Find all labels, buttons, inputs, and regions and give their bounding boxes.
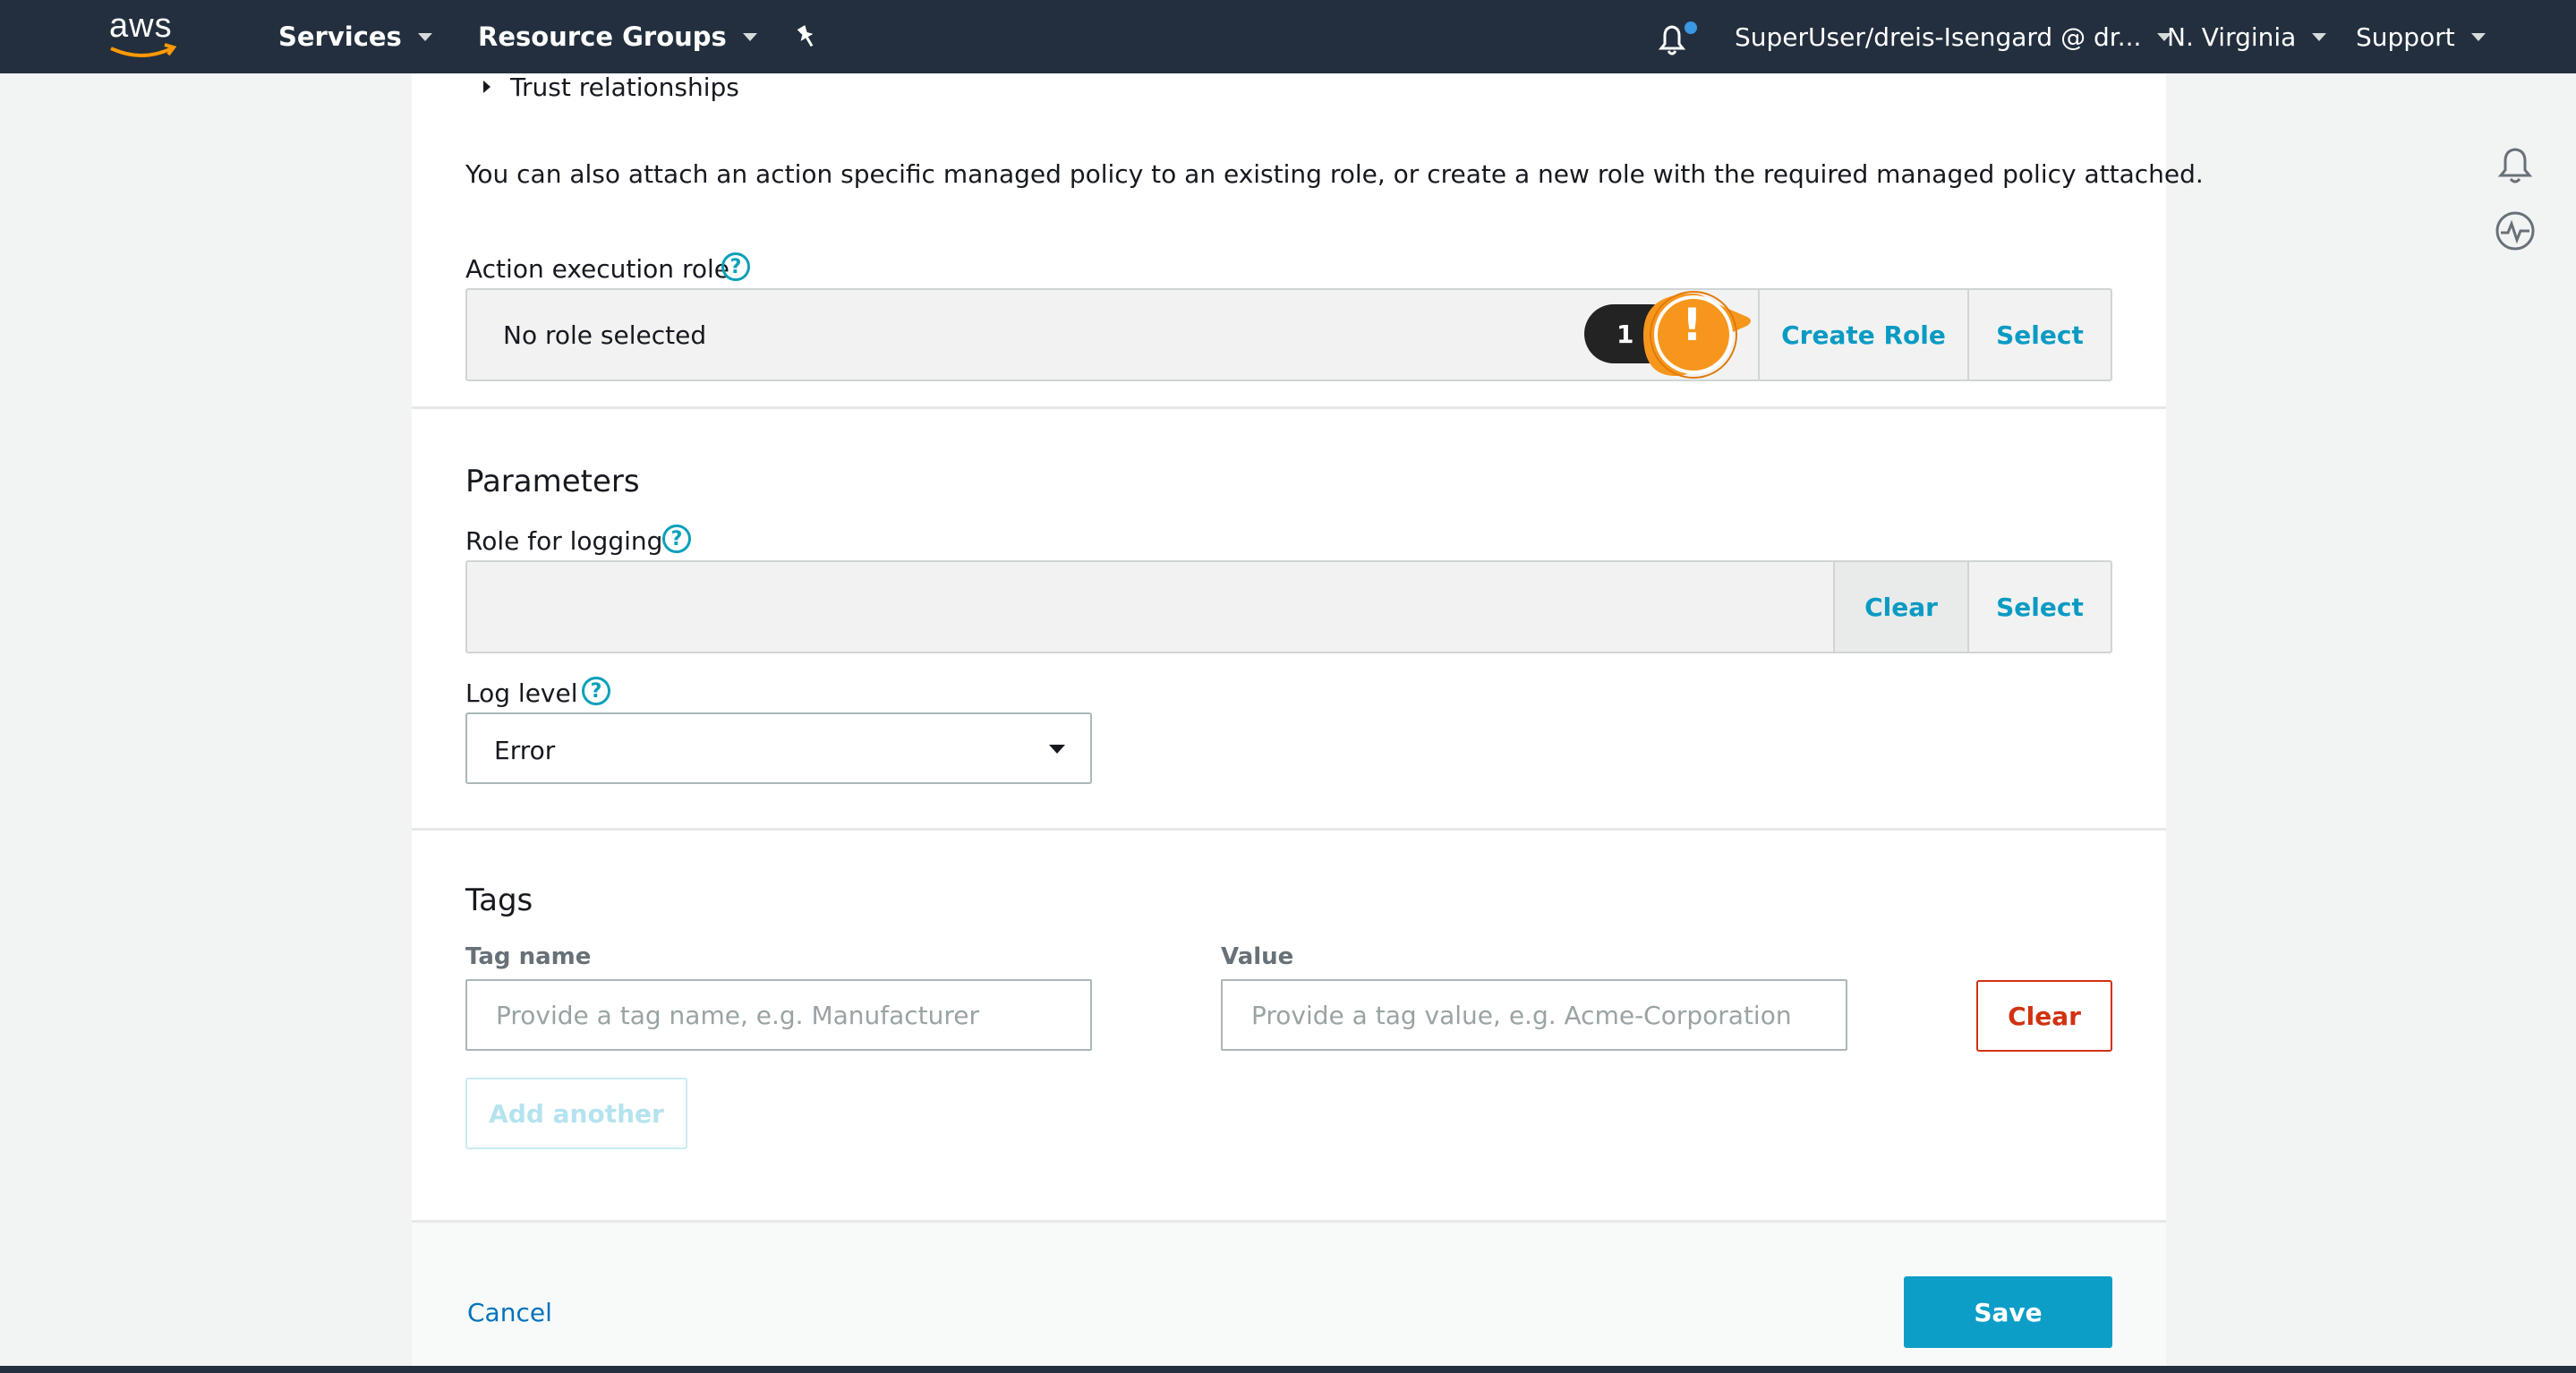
tag-clear-label: Clear	[2008, 1001, 2081, 1031]
chevron-down-icon	[2312, 32, 2327, 41]
warning-hint-icon[interactable]	[1640, 281, 1783, 388]
caret-right-icon	[483, 81, 490, 93]
trust-relationships-label: Trust relationships	[510, 72, 739, 102]
section-divider	[412, 406, 2166, 409]
help-icon[interactable]: ?	[662, 524, 691, 553]
support-label: Support	[2356, 21, 2455, 52]
log-level-select[interactable]: Error	[465, 712, 1092, 784]
save-label: Save	[1974, 1297, 2043, 1327]
action-role-field: No role selected Create Role Select	[465, 288, 2112, 381]
tag-value-label: Value	[1221, 943, 1294, 970]
chevron-down-icon	[742, 32, 757, 41]
logging-clear-button[interactable]: Clear	[1833, 562, 1967, 652]
action-role-select-button[interactable]: Select	[1967, 290, 2111, 379]
tag-clear-button[interactable]: Clear	[1976, 980, 2112, 1052]
resource-groups-menu[interactable]: Resource Groups	[478, 0, 757, 73]
log-level-value: Error	[494, 736, 556, 765]
logging-select-button[interactable]: Select	[1967, 562, 2111, 652]
logging-role-field[interactable]: Clear Select	[465, 560, 2112, 653]
account-label: SuperUser/dreis-Isengard @ dr...	[1735, 21, 2142, 52]
form-footer	[412, 1223, 2166, 1368]
action-role-label: Action execution role	[465, 254, 729, 284]
logging-role-label: Role for logging	[465, 526, 663, 556]
tags-title: Tags	[465, 883, 533, 918]
pin-button[interactable]	[793, 0, 820, 73]
section-divider	[412, 828, 2166, 831]
notifications-button[interactable]	[1652, 20, 1699, 59]
health-monitor-icon[interactable]	[2492, 208, 2538, 254]
tag-value-input[interactable]	[1221, 979, 1847, 1051]
account-menu[interactable]: SuperUser/dreis-Isengard @ dr...	[1735, 0, 2172, 73]
select-label: Select	[1996, 592, 2084, 622]
help-icon[interactable]: ?	[721, 252, 750, 281]
notification-badge	[1685, 21, 1697, 34]
add-another-button[interactable]: Add another	[465, 1078, 687, 1149]
top-navigation: aws Services Resource Groups SuperUser/d…	[0, 0, 2576, 73]
chevron-down-icon	[2470, 32, 2486, 41]
caret-down-icon	[1049, 745, 1065, 754]
chevron-down-icon	[417, 32, 432, 41]
add-another-label: Add another	[489, 1098, 664, 1129]
region-label: N. Virginia	[2167, 21, 2297, 52]
help-icon[interactable]: ?	[582, 677, 610, 705]
hint-exclamation: !	[1682, 299, 1702, 351]
bottom-bar	[0, 1366, 2576, 1373]
create-role-label: Create Role	[1781, 320, 1946, 350]
action-role-value: No role selected	[503, 320, 707, 350]
services-label: Services	[278, 21, 402, 52]
aws-smile-icon	[110, 43, 177, 57]
clear-label: Clear	[1864, 592, 1938, 622]
tag-name-label: Tag name	[465, 943, 592, 970]
pin-icon	[797, 25, 814, 47]
parameters-title: Parameters	[465, 464, 640, 499]
log-level-label: Log level	[465, 678, 578, 708]
save-button[interactable]: Save	[1904, 1276, 2112, 1348]
support-menu[interactable]: Support	[2356, 0, 2486, 73]
region-menu[interactable]: N. Virginia	[2167, 0, 2327, 73]
cancel-link[interactable]: Cancel	[467, 1298, 552, 1327]
info-text: You can also attach an action specific m…	[465, 159, 2204, 189]
trust-relationships-expander[interactable]: Trust relationships	[483, 72, 739, 102]
aws-logo[interactable]: aws	[106, 7, 183, 63]
resource-groups-label: Resource Groups	[478, 21, 727, 52]
hint-step-number: 1	[1616, 319, 1634, 349]
bell-outline-icon[interactable]	[2492, 141, 2538, 188]
create-role-button[interactable]: Create Role	[1758, 290, 1967, 379]
services-menu[interactable]: Services	[278, 0, 432, 73]
select-label: Select	[1996, 320, 2084, 350]
tag-name-input[interactable]	[465, 979, 1092, 1051]
